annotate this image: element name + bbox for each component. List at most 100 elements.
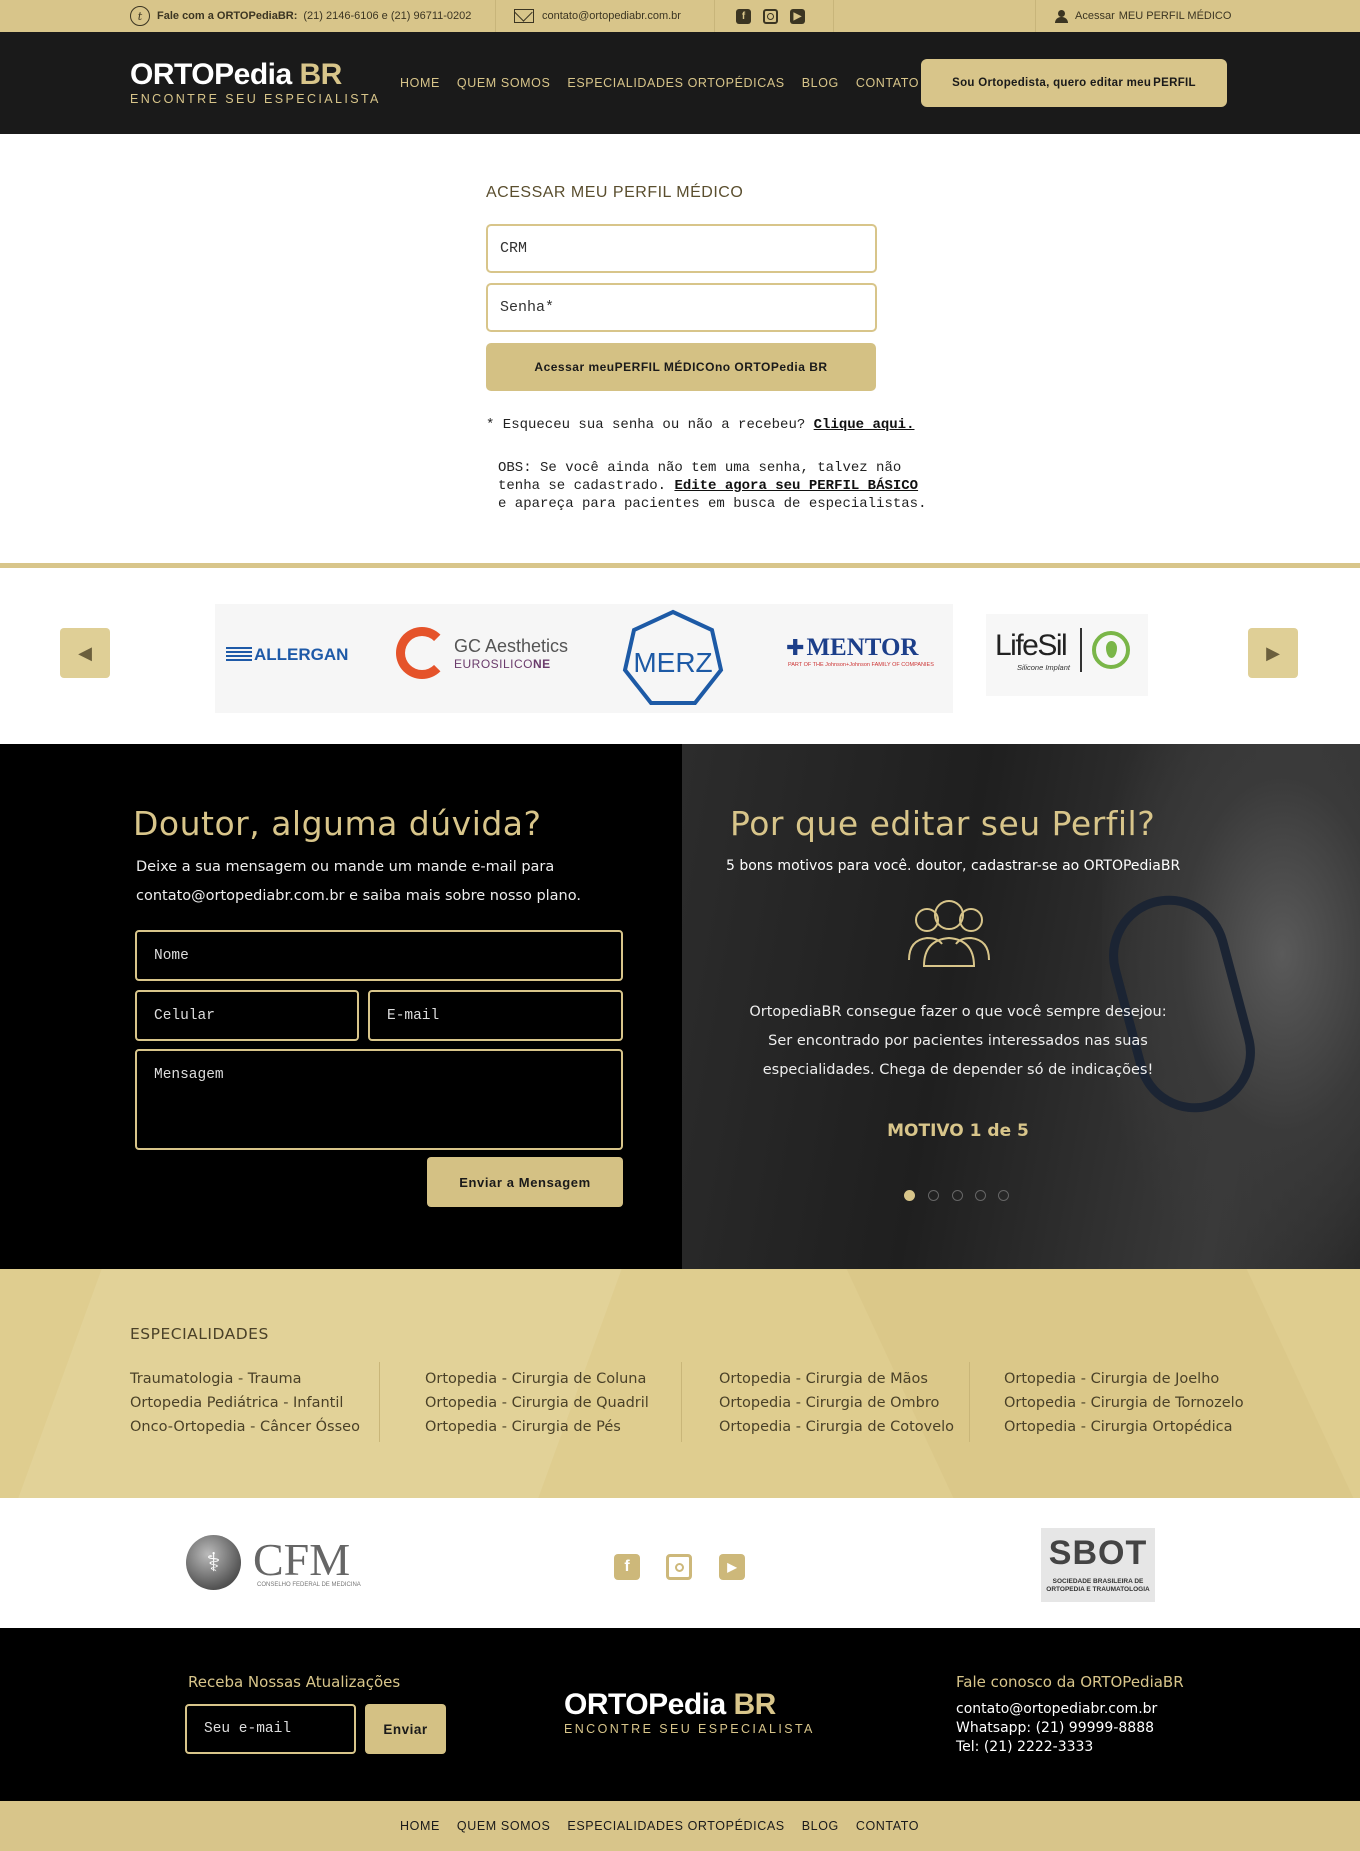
- footer-whatsapp: Whatsapp: (21) 99999-8888: [956, 1720, 1155, 1736]
- mentor-text: MENTOR: [806, 634, 919, 661]
- slider-dot-4[interactable]: [975, 1190, 986, 1201]
- prev-arrow-icon: ◀: [78, 642, 92, 663]
- cfm-sub: CONSELHO FEDERAL DE MEDICINA: [257, 1581, 361, 1588]
- password-input[interactable]: Senha*: [486, 283, 877, 332]
- forgot-link[interactable]: Clique aqui.: [814, 417, 915, 433]
- cfm-emblem-icon: ⚕: [186, 1535, 241, 1590]
- bottom-nav-home[interactable]: HOME: [400, 1819, 440, 1833]
- login-button[interactable]: Acessar meu PERFIL MÉDICO no ORTOPedia B…: [486, 343, 876, 391]
- gc-sub-b: NE: [533, 656, 551, 671]
- next-arrow-icon: ▶: [1266, 642, 1280, 663]
- footer-logo-br: BR: [733, 1688, 777, 1721]
- newsletter-submit-button[interactable]: Enviar: [365, 1704, 446, 1754]
- main-header: ORTOPedia BR ENCONTRE SEU ESPECIALISTA H…: [0, 32, 1360, 134]
- nav-home[interactable]: HOME: [400, 76, 440, 90]
- site-logo[interactable]: ORTOPedia BR ENCONTRE SEU ESPECIALISTA: [130, 58, 381, 107]
- youtube-icon[interactable]: ▶: [790, 8, 805, 24]
- sbot-logo[interactable]: SBOT SOCIEDADE BRASILEIRA DE ORTOPEDIA E…: [1041, 1528, 1155, 1602]
- specialty-link[interactable]: Ortopedia - Cirurgia de Joelho: [1004, 1367, 1244, 1391]
- gc-title: GC Aesthetics: [454, 635, 569, 656]
- access-profile-link[interactable]: Acessar MEU PERFIL MÉDICO: [1055, 0, 1231, 32]
- carousel-prev-button[interactable]: ◀: [60, 628, 110, 678]
- facebook-icon[interactable]: f: [614, 1554, 640, 1580]
- nav-especialidades[interactable]: ESPECIALIDADES ORTOPÉDICAS: [567, 76, 784, 90]
- footer-logo-name: ORTOPedia: [564, 1688, 726, 1721]
- slider-dot-1[interactable]: [904, 1190, 915, 1201]
- phone-icon: t: [130, 6, 150, 26]
- message-textarea[interactable]: Mensagem: [135, 1049, 623, 1150]
- specialty-link[interactable]: Ortopedia - Cirurgia de Cotovelo: [719, 1415, 954, 1439]
- carousel-next-button[interactable]: ▶: [1248, 628, 1298, 678]
- access-profile-label[interactable]: MEU PERFIL MÉDICO: [1119, 10, 1232, 22]
- instagram-icon[interactable]: [666, 1554, 692, 1580]
- topbar-email[interactable]: contato@ortopediabr.com.br: [542, 10, 681, 22]
- footer-logo-tagline: ENCONTRE SEU ESPECIALISTA: [564, 1722, 815, 1736]
- edit-basic-profile-link[interactable]: Edite agora seu PERFIL BÁSICO: [674, 478, 918, 494]
- cfm-logo[interactable]: ⚕ CFM CONSELHO FEDERAL DE MEDICINA: [186, 1535, 361, 1590]
- section-divider: [0, 563, 1360, 568]
- specialties-title: ESPECIALIDADES: [130, 1325, 269, 1343]
- specialty-link[interactable]: Ortopedia - Cirurgia de Mãos: [719, 1367, 954, 1391]
- merz-logo: MERZ: [622, 609, 724, 705]
- specialty-link[interactable]: Ortopedia - Cirurgia de Quadril: [425, 1391, 649, 1415]
- merz-text: MERZ: [633, 647, 712, 678]
- name-input[interactable]: Nome: [135, 930, 623, 981]
- footer-logo[interactable]: ORTOPedia BR ENCONTRE SEU ESPECIALISTA: [564, 1688, 815, 1737]
- footer-email[interactable]: contato@ortopediabr.com.br: [956, 1700, 1157, 1719]
- sbot-text: SBOT: [1048, 1534, 1148, 1572]
- main-nav: HOME QUEM SOMOS ESPECIALIDADES ORTOPÉDIC…: [400, 76, 919, 90]
- newsletter-email-input[interactable]: Seu e-mail: [185, 1704, 356, 1754]
- logo-br: BR: [299, 58, 343, 91]
- contact-title: Doutor, alguma dúvida?: [133, 804, 542, 843]
- send-message-button[interactable]: Enviar a Mensagem: [427, 1157, 623, 1207]
- specialty-link[interactable]: Traumatologia - Trauma: [130, 1367, 360, 1391]
- phone-input[interactable]: Celular: [135, 990, 359, 1041]
- login-button-prefix: Acessar meu: [534, 360, 615, 374]
- specialty-link[interactable]: Ortopedia Pediátrica - Infantil: [130, 1391, 360, 1415]
- why-text3: especialidades. Chega de depender só de …: [762, 1062, 1154, 1078]
- cfm-text: CFM: [253, 1533, 351, 1585]
- why-text1: OrtopediaBR consegue fazer o que você se…: [749, 1004, 1167, 1020]
- specialties-col-3: Ortopedia - Cirurgia de Mãos Ortopedia -…: [719, 1367, 954, 1439]
- facebook-icon[interactable]: f: [736, 8, 751, 24]
- why-title: Por que editar seu Perfil?: [730, 804, 1156, 843]
- mentor-cross-icon: ✚: [786, 635, 805, 660]
- gc-sub-a: EUROSILICO: [454, 656, 534, 671]
- specialty-link[interactable]: Ortopedia - Cirurgia de Coluna: [425, 1367, 649, 1391]
- user-icon: [1055, 9, 1068, 23]
- edit-profile-cta-button[interactable]: Sou Ortopedista, quero editar meu PERFIL: [921, 59, 1227, 107]
- nav-contato[interactable]: CONTATO: [856, 76, 919, 90]
- motivo-counter: MOTIVO 1 de 5: [887, 1121, 1029, 1141]
- phone-label: Fale com a ORTOPediaBR:: [157, 10, 298, 22]
- slider-dot-2[interactable]: [928, 1190, 939, 1201]
- specialty-link[interactable]: Ortopedia - Cirurgia de Ombro: [719, 1391, 954, 1415]
- specialties-col-1: Traumatologia - Trauma Ortopedia Pediátr…: [130, 1367, 360, 1439]
- specialty-link[interactable]: Ortopedia - Cirurgia de Pés: [425, 1415, 649, 1439]
- cta-bold: PERFIL: [1153, 77, 1196, 89]
- specialty-link[interactable]: Onco-Ortopedia - Câncer Ósseo: [130, 1415, 360, 1439]
- bottom-nav: HOME QUEM SOMOS ESPECIALIDADES ORTOPÉDIC…: [0, 1801, 1360, 1851]
- bottom-nav-quem-somos[interactable]: QUEM SOMOS: [457, 1819, 551, 1833]
- why-text: OrtopediaBR consegue fazer o que você se…: [682, 998, 1234, 1085]
- bottom-nav-contato[interactable]: CONTATO: [856, 1819, 919, 1833]
- instagram-icon[interactable]: [763, 8, 778, 24]
- slider-dot-3[interactable]: [952, 1190, 963, 1201]
- specialty-link[interactable]: Ortopedia - Cirurgia de Tornozelo: [1004, 1391, 1244, 1415]
- crm-input[interactable]: CRM: [486, 224, 877, 273]
- allergan-logo: ALLERGAN: [226, 645, 348, 665]
- obs-line2-prefix: tenha se cadastrado.: [498, 478, 675, 494]
- email-input[interactable]: E-mail: [368, 990, 623, 1041]
- bottom-nav-especialidades[interactable]: ESPECIALIDADES ORTOPÉDICAS: [567, 1819, 784, 1833]
- specialty-link[interactable]: Ortopedia - Cirurgia Ortopédica: [1004, 1415, 1244, 1439]
- nav-quem-somos[interactable]: QUEM SOMOS: [457, 76, 551, 90]
- cta-prefix: Sou Ortopedista, quero editar meu: [952, 77, 1152, 89]
- social-links: f ▶: [736, 0, 817, 32]
- bottom-nav-blog[interactable]: BLOG: [802, 1819, 839, 1833]
- nav-blog[interactable]: BLOG: [802, 76, 839, 90]
- slider-dot-5[interactable]: [998, 1190, 1009, 1201]
- youtube-icon[interactable]: ▶: [719, 1554, 745, 1580]
- lifesil-logo: LifeSil Silicone Implant: [995, 628, 1130, 672]
- email-contact[interactable]: contato@ortopediabr.com.br: [514, 0, 681, 32]
- logo-tagline: ENCONTRE SEU ESPECIALISTA: [130, 92, 381, 106]
- obs-line1: OBS: Se você ainda não tem uma senha, ta…: [498, 460, 902, 476]
